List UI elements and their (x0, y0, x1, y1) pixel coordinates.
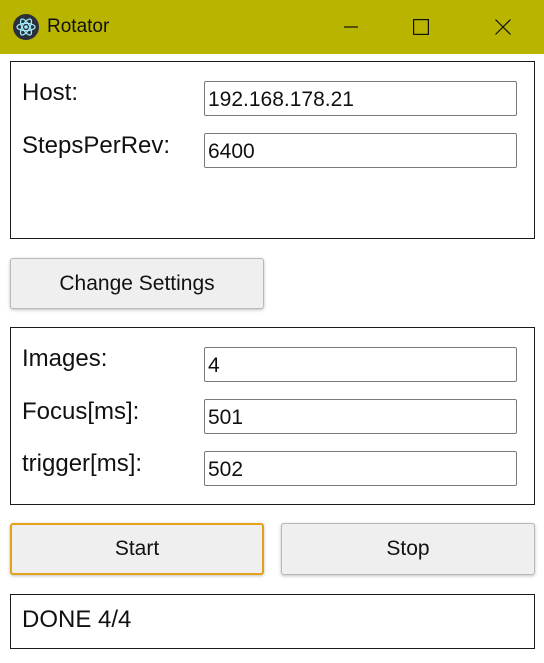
maximize-button[interactable] (398, 0, 444, 54)
close-button[interactable] (480, 0, 526, 54)
title-bar[interactable]: Rotator (0, 0, 544, 54)
trigger-ms-label: trigger[ms]: (22, 450, 143, 477)
window-content: Host: StepsPerRev: Change Settings Image… (0, 54, 544, 663)
steps-per-rev-label: StepsPerRev: (22, 132, 171, 159)
maximize-icon (413, 19, 429, 35)
images-input[interactable] (204, 347, 517, 382)
change-settings-button[interactable]: Change Settings (10, 258, 264, 309)
steps-per-rev-input[interactable] (204, 133, 517, 168)
host-input[interactable] (204, 81, 517, 116)
focus-ms-input[interactable] (204, 399, 517, 434)
focus-ms-label: Focus[ms]: (22, 398, 140, 425)
window-title: Rotator (47, 16, 110, 37)
electron-atom-icon (13, 14, 39, 40)
stop-button[interactable]: Stop (281, 523, 535, 575)
host-label: Host: (22, 79, 79, 106)
trigger-ms-input[interactable] (204, 451, 517, 486)
minimize-icon (344, 26, 358, 28)
capture-panel: Images: Focus[ms]: trigger[ms]: (10, 327, 535, 505)
images-label: Images: (22, 345, 108, 372)
start-button[interactable]: Start (10, 523, 264, 575)
minimize-button[interactable] (328, 0, 374, 54)
close-icon (495, 19, 511, 35)
status-text: DONE 4/4 (22, 606, 132, 633)
status-panel: DONE 4/4 (10, 594, 535, 649)
settings-panel: Host: StepsPerRev: (10, 61, 535, 239)
